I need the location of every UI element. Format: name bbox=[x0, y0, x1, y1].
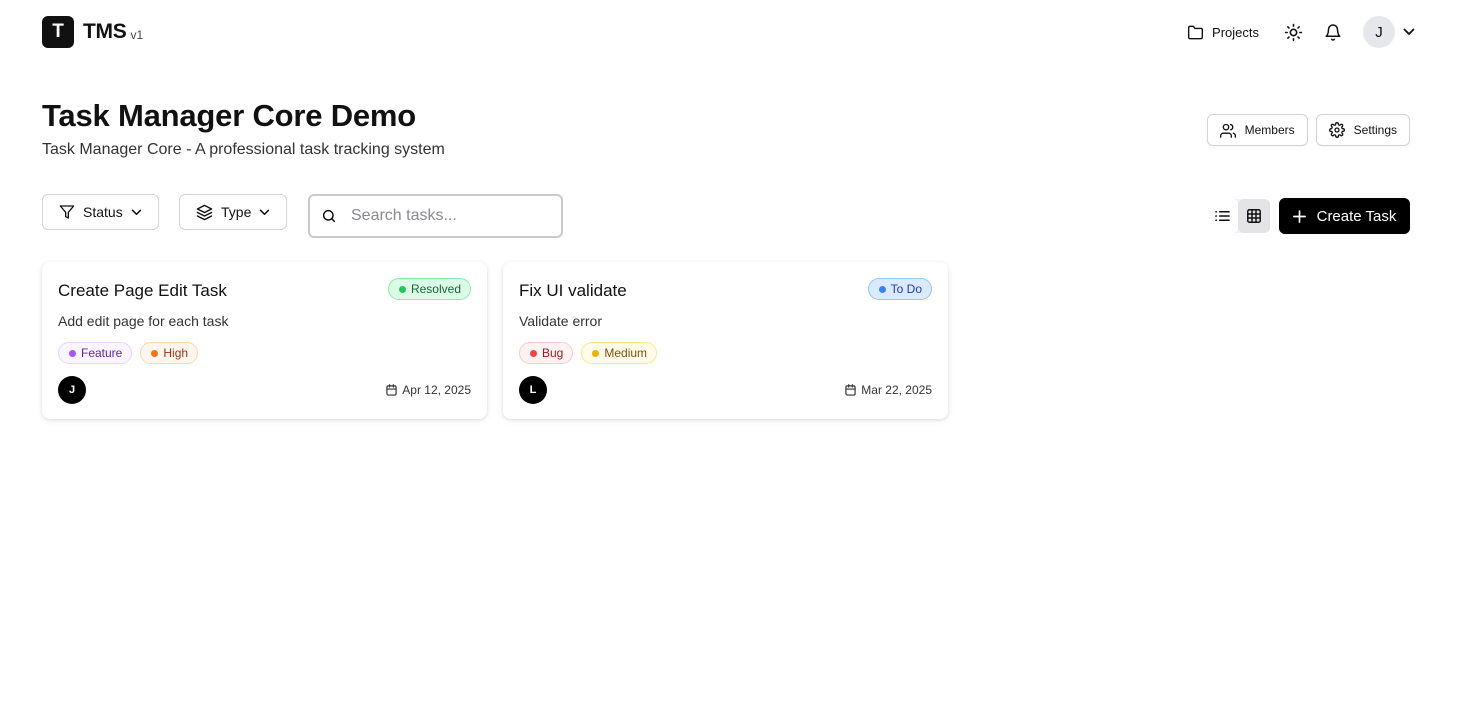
type-label: Feature bbox=[81, 346, 123, 360]
calendar-icon bbox=[386, 384, 397, 396]
search-icon bbox=[322, 209, 336, 223]
project-actions: Members Settings bbox=[1206, 114, 1410, 146]
settings-label: Settings bbox=[1353, 123, 1397, 137]
filter-icon bbox=[59, 205, 75, 219]
due-date-label: Mar 22, 2025 bbox=[861, 383, 932, 397]
priority-label: Medium bbox=[604, 346, 648, 360]
app-name: TMS bbox=[83, 20, 127, 43]
assignee-avatar: L bbox=[519, 376, 547, 404]
priority-tag: Medium bbox=[581, 342, 658, 364]
calendar-icon bbox=[845, 384, 856, 396]
status-badge: Resolved bbox=[387, 278, 471, 300]
chevron-down-icon bbox=[1403, 28, 1415, 35]
status-filter-button[interactable]: Status bbox=[42, 194, 159, 230]
layers-icon bbox=[196, 204, 213, 220]
header-actions: Projects J bbox=[1187, 16, 1415, 48]
task-tags: Feature High bbox=[58, 342, 206, 364]
status-badge: To Do bbox=[867, 278, 932, 300]
due-date-label: Apr 12, 2025 bbox=[402, 383, 471, 397]
sun-icon bbox=[1284, 23, 1302, 41]
priority-dot bbox=[151, 349, 159, 357]
list-view-button[interactable] bbox=[1206, 199, 1238, 233]
status-label: To Do bbox=[890, 282, 922, 296]
priority-dot bbox=[592, 349, 600, 357]
task-title: Create Page Edit Task bbox=[58, 281, 227, 300]
bell-icon bbox=[1325, 23, 1341, 41]
plus-icon bbox=[1292, 209, 1306, 223]
top-navbar: T TMS v1 Projects J bbox=[0, 0, 1457, 64]
search-box bbox=[308, 194, 563, 238]
members-button[interactable]: Members bbox=[1206, 114, 1308, 146]
type-dot bbox=[69, 349, 76, 357]
page-subtitle: Task Manager Core - A professional task … bbox=[42, 141, 445, 158]
create-task-label: Create Task bbox=[1316, 207, 1397, 225]
priority-label: High bbox=[163, 346, 189, 360]
task-tags: Bug Medium bbox=[519, 342, 665, 364]
page-title: Task Manager Core Demo bbox=[42, 98, 417, 133]
theme-toggle-button[interactable] bbox=[1277, 16, 1309, 48]
type-filter-button[interactable]: Type bbox=[179, 194, 288, 230]
settings-button[interactable]: Settings bbox=[1315, 114, 1410, 146]
avatar: J bbox=[1363, 16, 1395, 48]
view-mode-toggle bbox=[1206, 199, 1270, 233]
priority-tag: High bbox=[140, 342, 199, 364]
status-dot bbox=[878, 285, 886, 293]
app-logo[interactable]: T TMS v1 bbox=[42, 16, 143, 48]
due-date: Apr 12, 2025 bbox=[386, 383, 471, 397]
due-date: Mar 22, 2025 bbox=[845, 383, 932, 397]
type-label: Bug bbox=[542, 346, 564, 360]
type-filter-label: Type bbox=[221, 204, 252, 220]
user-menu-button[interactable]: J bbox=[1363, 16, 1415, 48]
status-filter-label: Status bbox=[83, 204, 123, 220]
users-icon bbox=[1219, 123, 1236, 138]
task-card[interactable]: Fix UI validate To Do Validate error Bug… bbox=[503, 262, 948, 419]
type-dot bbox=[530, 349, 537, 357]
list-icon bbox=[1214, 211, 1230, 221]
chevron-down-icon bbox=[260, 209, 270, 215]
members-label: Members bbox=[1244, 123, 1295, 137]
status-dot bbox=[398, 285, 406, 293]
task-description: Validate error bbox=[519, 313, 603, 329]
gear-icon bbox=[1328, 122, 1345, 138]
status-label: Resolved bbox=[410, 282, 461, 296]
folder-icon bbox=[1188, 25, 1204, 39]
logo-mark: T bbox=[42, 16, 74, 48]
search-input[interactable] bbox=[351, 207, 541, 225]
create-task-button[interactable]: Create Task bbox=[1279, 198, 1410, 234]
task-description: Add edit page for each task bbox=[58, 313, 229, 329]
projects-label: Projects bbox=[1212, 24, 1259, 40]
notifications-button[interactable] bbox=[1317, 16, 1349, 48]
app-version: v1 bbox=[130, 28, 144, 42]
grid-icon bbox=[1247, 209, 1261, 223]
task-title: Fix UI validate bbox=[519, 281, 627, 300]
type-tag: Bug bbox=[519, 342, 574, 364]
type-tag: Feature bbox=[58, 342, 133, 364]
chevron-down-icon bbox=[131, 209, 141, 215]
task-card[interactable]: Create Page Edit Task Resolved Add edit … bbox=[42, 262, 487, 419]
grid-view-button[interactable] bbox=[1238, 199, 1270, 233]
assignee-avatar: J bbox=[58, 376, 86, 404]
projects-link[interactable]: Projects bbox=[1187, 25, 1259, 40]
